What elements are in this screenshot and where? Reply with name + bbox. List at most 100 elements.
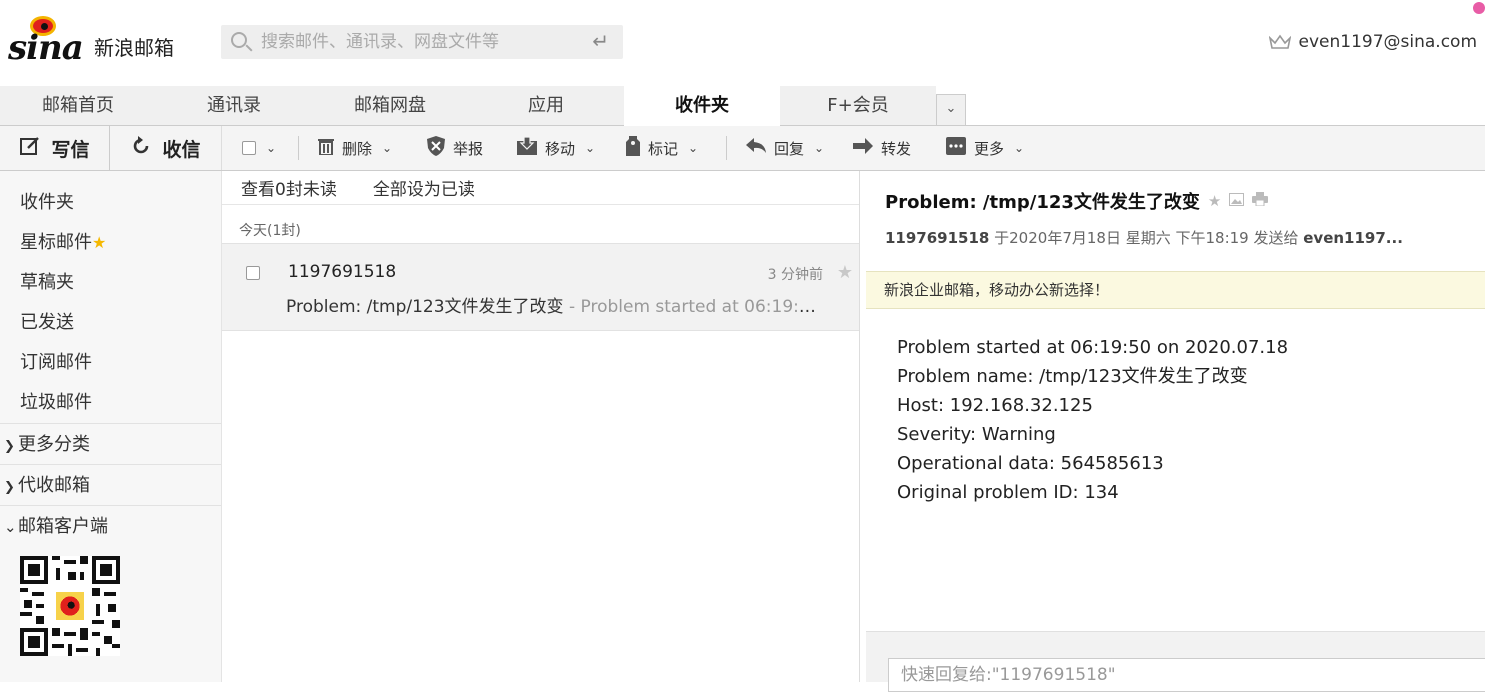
- write-label: 写信: [51, 138, 90, 161]
- meta-date: 于2020年7月18日 星期六 下午18:19 发送给: [989, 229, 1304, 247]
- mail-meta: 1197691518 于2020年7月18日 星期六 下午18:19 发送给 e…: [885, 227, 1403, 248]
- shield-x-icon: [427, 135, 445, 161]
- day-group-label: 今天(1封): [239, 223, 301, 239]
- sidebar-item-drafts[interactable]: 草稿夹: [0, 263, 221, 303]
- chevron-down-icon[interactable]: ⌄: [1014, 141, 1024, 155]
- mail-subject-line: Problem: /tmp/123文件发生了改变 - Problem start…: [286, 292, 816, 317]
- mail-title-row: Problem: /tmp/123文件发生了改变 ★: [885, 188, 1269, 214]
- body-line: Problem started at 06:19:50 on 2020.07.1…: [897, 337, 1289, 358]
- user-email[interactable]: even1197@sina.com: [1299, 32, 1478, 52]
- chevron-down-icon[interactable]: ⌄: [688, 141, 698, 155]
- search-box[interactable]: ↵: [221, 25, 623, 59]
- move-label: 移动: [545, 139, 576, 158]
- promo-banner[interactable]: 新浪企业邮箱，移动办公新选择！: [866, 271, 1485, 309]
- forward-arrow-icon: [853, 137, 873, 159]
- client-download-qr-code: [20, 556, 120, 656]
- mark-label: 标记: [648, 139, 679, 158]
- delete-button[interactable]: 删除 ⌄: [318, 126, 392, 170]
- forward-button[interactable]: 转发: [853, 126, 911, 170]
- mail-list-pane: 查看0封未读 全部设为已读 今天(1封) 1197691518 3 分钟前 ★ …: [222, 171, 860, 682]
- reply-label: 回复: [774, 139, 805, 158]
- tab-home[interactable]: 邮箱首页: [0, 86, 156, 125]
- select-all-dropdown[interactable]: ⌄: [242, 126, 276, 170]
- crown-icon: [1268, 34, 1291, 50]
- mail-title: Problem: /tmp/123文件发生了改变: [885, 192, 1200, 213]
- sidebar-item-label: 星标邮件: [20, 232, 92, 253]
- sidebar-group-more-categories[interactable]: ❯ 更多分类: [0, 423, 221, 464]
- body-line: Host: 192.168.32.125: [897, 395, 1093, 416]
- search-input[interactable]: [261, 29, 571, 55]
- search-icon[interactable]: [231, 32, 247, 48]
- body-line: Problem name: /tmp/123文件发生了改变: [897, 366, 1248, 387]
- body-line: Operational data: 564585613: [897, 453, 1164, 474]
- sidebar-item-spam[interactable]: 垃圾邮件: [0, 383, 221, 423]
- chevron-right-icon: ❯: [4, 439, 15, 454]
- body-line: Original problem ID: 134: [897, 482, 1119, 503]
- tab-netdisk[interactable]: 邮箱网盘: [312, 86, 468, 125]
- sidebar-group-label: 代收邮箱: [18, 475, 90, 496]
- tab-contacts[interactable]: 通讯录: [156, 86, 312, 125]
- view-unread-link[interactable]: 查看0封未读: [241, 175, 337, 200]
- mark-button[interactable]: 标记 ⌄: [626, 126, 698, 170]
- sidebar-group-label: 更多分类: [18, 434, 90, 455]
- tab-inbox[interactable]: 收件夹: [624, 86, 780, 126]
- quick-reply-bar: [866, 631, 1485, 692]
- mail-list-item[interactable]: 1197691518 3 分钟前 ★ Problem: /tmp/123文件发生…: [222, 243, 859, 331]
- more-dots-icon: [946, 136, 966, 160]
- sidebar-item-starred[interactable]: 星标邮件★: [0, 223, 221, 263]
- receive-label: 收信: [162, 138, 201, 161]
- sidebar-group-label: 邮箱客户端: [18, 516, 108, 537]
- chevron-down-icon[interactable]: ⌄: [266, 141, 276, 155]
- star-icon[interactable]: ★: [1208, 192, 1221, 210]
- image-icon[interactable]: [1229, 192, 1245, 210]
- chevron-down-icon[interactable]: ⌄: [585, 141, 595, 155]
- toolbar: 写信 收信 ⌄ 删除 ⌄ 举报 移动 ⌄ 标记 ⌄ 回复 ⌄ 转发 更多 ⌄: [0, 126, 1485, 171]
- list-header: 查看0封未读 全部设为已读: [222, 171, 859, 205]
- folder-sidebar: 收件夹 星标邮件★ 草稿夹 已发送 订阅邮件 垃圾邮件 ❯ 更多分类 ❯ 代收邮箱 …: [0, 171, 222, 682]
- quick-reply-input[interactable]: [888, 658, 1485, 692]
- mark-all-read-link[interactable]: 全部设为已读: [373, 175, 475, 200]
- chevron-down-icon[interactable]: ⌄: [814, 141, 824, 155]
- more-label: 更多: [974, 139, 1005, 158]
- tab-apps[interactable]: 应用: [468, 86, 624, 125]
- sidebar-item-inbox[interactable]: 收件夹: [0, 183, 221, 223]
- chevron-down-icon[interactable]: ⌄: [382, 141, 392, 155]
- forward-label: 转发: [881, 139, 912, 158]
- sidebar-group-external-mailbox[interactable]: ❯ 代收邮箱: [0, 464, 221, 505]
- star-icon[interactable]: ★: [837, 262, 853, 283]
- refresh-icon: [130, 135, 152, 162]
- report-button[interactable]: 举报: [427, 126, 483, 170]
- mail-subject: Problem: /tmp/123文件发生了改变: [286, 297, 564, 317]
- write-button[interactable]: 写信: [0, 126, 110, 170]
- mail-preview: - Problem started at 06:19:50 on 2020.07…: [568, 297, 816, 317]
- more-button[interactable]: 更多 ⌄: [946, 126, 1024, 170]
- logo-text: sina: [8, 28, 84, 68]
- move-folder-icon: [517, 135, 537, 160]
- tab-vip[interactable]: F+会员: [780, 86, 936, 125]
- star-icon: ★: [92, 233, 107, 252]
- sidebar-item-sent[interactable]: 已发送: [0, 303, 221, 343]
- notification-dot-icon: [1473, 2, 1485, 14]
- user-account[interactable]: even1197@sina.com: [1268, 32, 1478, 52]
- sina-logo[interactable]: sina 新浪邮箱: [8, 10, 188, 70]
- meta-sender[interactable]: 1197691518: [885, 229, 989, 247]
- mail-sender: 1197691518: [288, 262, 397, 282]
- sidebar-item-subscriptions[interactable]: 订阅邮件: [0, 343, 221, 383]
- report-label: 举报: [453, 139, 484, 158]
- mail-body: Problem started at 06:19:50 on 2020.07.1…: [897, 333, 1288, 507]
- receive-button[interactable]: 收信: [110, 126, 222, 170]
- print-icon[interactable]: [1252, 192, 1269, 210]
- tabs-more-chevron-icon[interactable]: ⌄: [936, 94, 966, 125]
- edit-icon: [19, 135, 41, 162]
- move-button[interactable]: 移动 ⌄: [517, 126, 595, 170]
- chevron-down-icon: ⌄: [4, 518, 17, 536]
- main-tabs: 邮箱首页 通讯录 邮箱网盘 应用 收件夹 F+会员 ⌄: [0, 86, 1485, 126]
- mail-time: 3 分钟前: [767, 267, 823, 283]
- select-all-checkbox[interactable]: [242, 141, 256, 155]
- sidebar-group-mail-client[interactable]: ⌄邮箱客户端: [0, 505, 221, 546]
- reply-button[interactable]: 回复 ⌄: [746, 126, 824, 170]
- mail-checkbox[interactable]: [246, 266, 260, 280]
- trash-icon: [318, 137, 334, 160]
- meta-recipient[interactable]: even1197...: [1303, 229, 1403, 247]
- enter-icon[interactable]: ↵: [592, 29, 609, 53]
